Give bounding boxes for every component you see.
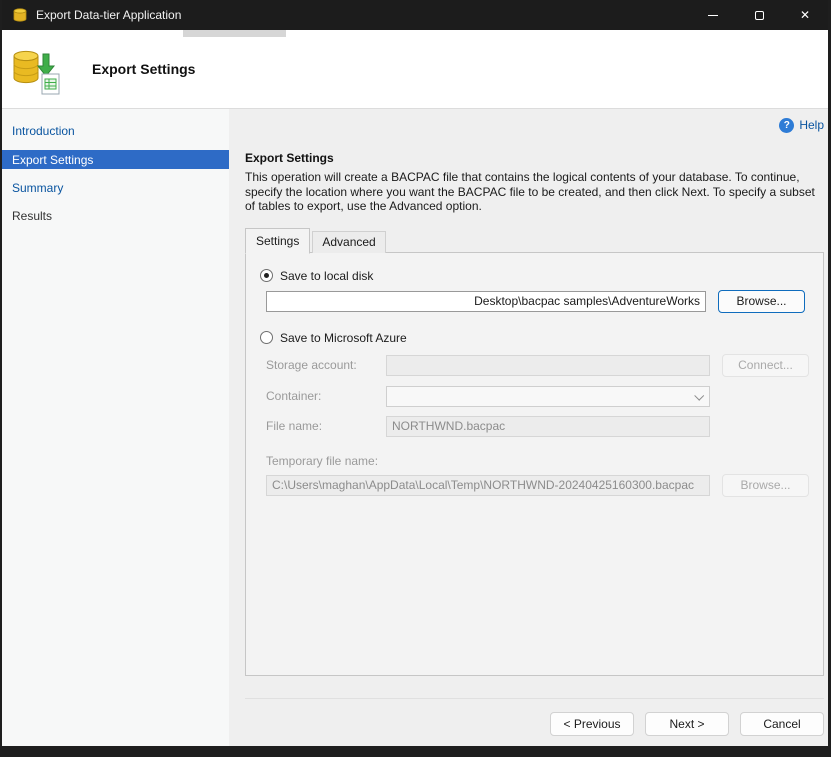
maximize-button[interactable]: [736, 0, 782, 30]
local-path-input[interactable]: [266, 291, 706, 312]
container-label: Container:: [266, 389, 386, 403]
chevron-down-icon: [694, 390, 704, 400]
browse-local-button[interactable]: Browse...: [718, 290, 805, 313]
maximize-icon: [755, 11, 764, 20]
wizard-steps-sidebar: Introduction Export Settings Summary Res…: [2, 109, 229, 746]
window-frame: Export Data-tier Application ✕: [0, 0, 831, 757]
export-wizard-window: Export Data-tier Application ✕: [2, 0, 828, 746]
temp-file-input: [266, 475, 710, 496]
wizard-header: Export Settings: [2, 30, 828, 109]
wizard-footer: < Previous Next > Cancel: [245, 698, 824, 746]
storage-account-row: Storage account: Connect...: [266, 354, 809, 377]
local-path-row: Browse...: [266, 290, 809, 313]
minimize-icon: [708, 15, 718, 16]
cancel-button[interactable]: Cancel: [740, 712, 824, 736]
tab-settings[interactable]: Settings: [245, 228, 310, 254]
save-azure-radio[interactable]: [260, 331, 273, 344]
storage-account-input: [386, 355, 710, 376]
temp-file-row: Browse...: [266, 474, 809, 497]
save-local-label: Save to local disk: [280, 269, 373, 283]
next-button[interactable]: Next >: [645, 712, 729, 736]
wizard-main-area: ? Help Export Settings This operation wi…: [229, 109, 828, 746]
save-azure-row: Save to Microsoft Azure: [260, 331, 809, 345]
content-heading: Export Settings: [245, 151, 824, 165]
previous-button[interactable]: < Previous: [550, 712, 634, 736]
close-icon: ✕: [800, 9, 810, 21]
help-icon: ?: [779, 118, 794, 133]
save-local-radio[interactable]: [260, 269, 273, 282]
sidebar-item-results[interactable]: Results: [2, 202, 229, 230]
temp-file-label: Temporary file name:: [266, 454, 809, 468]
file-name-label: File name:: [266, 419, 386, 433]
help-row: ? Help: [245, 117, 824, 133]
close-button[interactable]: ✕: [782, 0, 828, 30]
database-export-icon: [12, 48, 62, 96]
settings-tabstrip: Settings Advanced: [245, 228, 824, 253]
sidebar-item-export-settings[interactable]: Export Settings: [2, 150, 229, 169]
app-database-icon: [13, 8, 27, 22]
wizard-body: Introduction Export Settings Summary Res…: [2, 109, 828, 746]
save-azure-label: Save to Microsoft Azure: [280, 331, 407, 345]
help-link[interactable]: Help: [799, 118, 824, 132]
browse-temp-button: Browse...: [722, 474, 809, 497]
window-controls: ✕: [690, 0, 828, 30]
file-name-input: [386, 416, 710, 437]
minimize-button[interactable]: [690, 0, 736, 30]
content-description: This operation will create a BACPAC file…: [245, 170, 819, 214]
connect-button: Connect...: [722, 354, 809, 377]
sidebar-item-summary[interactable]: Summary: [2, 174, 229, 202]
save-local-row: Save to local disk: [260, 269, 809, 283]
tab-advanced[interactable]: Advanced: [312, 231, 385, 253]
titlebar[interactable]: Export Data-tier Application ✕: [2, 0, 828, 30]
titlebar-tab-artifact: [183, 30, 286, 37]
settings-tab-panel: Save to local disk Browse... Save to Mic…: [245, 252, 824, 676]
window-title: Export Data-tier Application: [36, 8, 181, 22]
container-select: [386, 386, 710, 407]
file-name-row: File name:: [266, 416, 809, 437]
container-row: Container:: [266, 386, 809, 407]
storage-account-label: Storage account:: [266, 358, 386, 372]
sidebar-item-introduction[interactable]: Introduction: [2, 117, 229, 145]
wizard-page-title: Export Settings: [92, 61, 195, 77]
